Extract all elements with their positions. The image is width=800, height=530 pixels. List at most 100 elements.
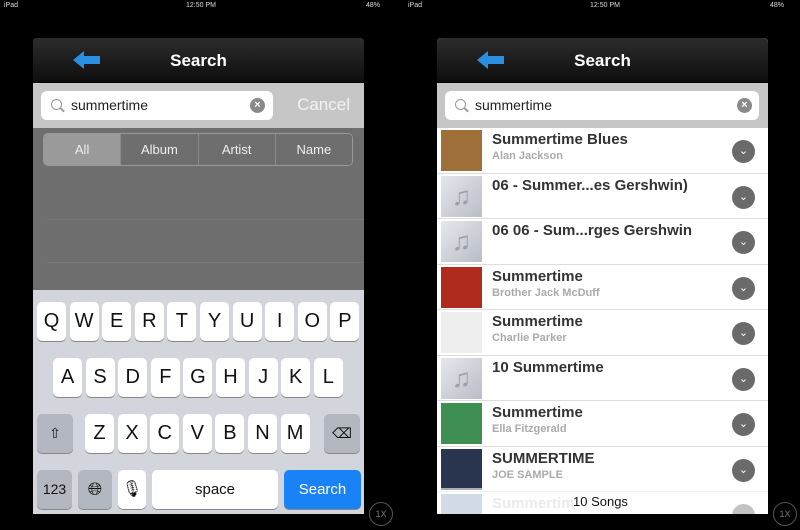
key-f[interactable]: F [150, 358, 180, 397]
chevron-down-icon[interactable]: ⌄ [732, 322, 755, 345]
clear-icon[interactable]: × [737, 98, 752, 113]
segment-artist[interactable]: Artist [197, 134, 275, 165]
key-n[interactable]: N [248, 414, 277, 453]
result-row[interactable]: Summertime Brother Jack McDuff ⌄ [437, 265, 768, 310]
chevron-down-icon[interactable]: ⌄ [732, 185, 755, 209]
key-j[interactable]: J [248, 358, 278, 397]
result-title: 06 06 - Sum...rges Gershwin [492, 222, 693, 239]
zoom-1x-button[interactable]: 1X [369, 502, 393, 526]
battery-level: 48% [770, 2, 785, 9]
keyboard: ⇧ ⌫ 123 🌐︎ 🎙︎ space Search QWERTYUIOP ASD… [33, 290, 364, 514]
result-title: SUMMERTIME [492, 449, 595, 467]
search-input[interactable]: summertime × [41, 91, 273, 120]
key-z[interactable]: Z [85, 414, 114, 453]
key-d[interactable]: D [118, 358, 148, 397]
search-query: summertime [71, 97, 149, 113]
chevron-down-icon[interactable]: ⌄ [732, 140, 755, 163]
segment-album[interactable]: Album [120, 134, 198, 165]
segment-all[interactable]: All [44, 134, 121, 165]
album-art [441, 403, 482, 444]
result-title: Summertime Blues [492, 131, 628, 148]
key-t[interactable]: T [167, 302, 197, 341]
chevron-down-icon[interactable]: ⌄ [732, 458, 755, 482]
music-note-icon: ♫ [441, 357, 482, 399]
results-list: Summertime Blues Alan Jackson ⌄ ♫ 06 - Su… [437, 128, 768, 514]
zoom-1x-button[interactable]: 1X [773, 502, 797, 526]
song-count: 10 Songs [573, 494, 628, 509]
microphone-icon[interactable]: 🎙︎ [118, 470, 146, 509]
chevron-down-icon[interactable]: ⌄ [732, 231, 755, 254]
cancel-button[interactable]: Cancel [297, 95, 350, 115]
key-r[interactable]: R [134, 302, 164, 341]
status-time: 12:50 PM [186, 2, 216, 9]
key-m[interactable]: M [280, 414, 310, 453]
key-p[interactable]: P [330, 302, 360, 341]
result-subtitle: Brother Jack McDuff [492, 286, 600, 299]
result-subtitle: Ella Fitzgerald [492, 423, 567, 435]
result-subtitle: Charlie Parker [492, 332, 567, 344]
result-title: Summertime [492, 267, 583, 285]
result-title: 06 - Summer...es Gershwin) [492, 176, 688, 194]
result-row[interactable]: Summertime Blues Alan Jackson ⌄ [437, 128, 768, 174]
chevron-down-icon[interactable]: ⌄ [732, 413, 755, 436]
device-label: iPad [408, 2, 423, 9]
chevron-down-icon[interactable]: ⌄ [732, 367, 755, 391]
key-k[interactable]: K [281, 358, 311, 397]
status-time: 12:50 PM [590, 2, 620, 9]
result-row[interactable]: ♫ 10 Summertime ⌄ [437, 356, 768, 401]
globe-icon[interactable]: 🌐︎ [78, 470, 112, 509]
key-h[interactable]: H [216, 358, 245, 397]
key-b[interactable]: B [215, 414, 245, 453]
key-a[interactable]: A [53, 358, 82, 397]
numbers-key[interactable]: 123 [37, 470, 72, 509]
key-s[interactable]: S [85, 358, 115, 397]
clear-icon[interactable]: × [250, 98, 265, 113]
result-subtitle: Alan Jackson [492, 150, 563, 162]
result-row[interactable]: ♫ 06 06 - Sum...rges Gershwin ⌄ [437, 219, 768, 265]
result-subtitle: JOE SAMPLE [492, 468, 563, 481]
result-row[interactable]: SUMMERTIME JOE SAMPLE ⌄ [437, 447, 768, 492]
key-o[interactable]: O [297, 302, 327, 341]
result-title: 10 Summertime [492, 358, 604, 376]
shift-key[interactable]: ⇧ [37, 414, 73, 453]
key-c[interactable]: C [150, 414, 180, 453]
key-l[interactable]: L [313, 358, 343, 397]
chevron-down-icon[interactable]: ⌄ [732, 276, 755, 300]
search-bar: summertime × Cancel [33, 83, 364, 128]
page-title: Search [574, 51, 631, 70]
album-art [441, 312, 482, 353]
key-i[interactable]: I [265, 302, 295, 341]
search-key[interactable]: Search [284, 470, 361, 509]
nav-bar: Search [33, 38, 364, 83]
key-g[interactable]: G [183, 358, 213, 397]
result-row[interactable]: ♫ 06 - Summer...es Gershwin) ⌄ [437, 174, 768, 219]
search-input[interactable]: summertime × [445, 91, 759, 120]
battery-level: 48% [366, 2, 381, 9]
device-label: iPad [4, 2, 19, 9]
scope-segmented-control: All Album Artist Name [43, 133, 353, 166]
key-e[interactable]: E [102, 302, 132, 341]
search-icon [51, 99, 62, 110]
page-title: Search [170, 51, 227, 70]
result-row[interactable]: Summertime Charlie Parker ⌄ [437, 310, 768, 356]
search-query: summertime [475, 97, 553, 113]
key-y[interactable]: Y [200, 302, 229, 341]
music-note-icon: ♫ [441, 221, 482, 262]
result-title: Summertime [492, 313, 583, 330]
result-row[interactable]: Summertime Ella Fitzgerald ⌄ [437, 401, 768, 447]
nav-bar: Search [437, 38, 768, 83]
search-results-panel: Search summertime × Summertime Blues Ala… [437, 38, 768, 514]
key-x[interactable]: X [117, 414, 147, 453]
album-art [441, 266, 482, 308]
space-key[interactable]: space [152, 470, 278, 509]
search-icon [455, 99, 466, 110]
backspace-key[interactable]: ⌫ [324, 414, 360, 453]
segment-name[interactable]: Name [274, 134, 352, 165]
key-w[interactable]: W [69, 302, 99, 341]
key-q[interactable]: Q [37, 302, 66, 341]
key-u[interactable]: U [232, 302, 262, 341]
key-v[interactable]: V [182, 414, 212, 453]
search-bar: summertime × [437, 83, 768, 128]
album-art [441, 448, 482, 490]
album-art [441, 130, 482, 171]
